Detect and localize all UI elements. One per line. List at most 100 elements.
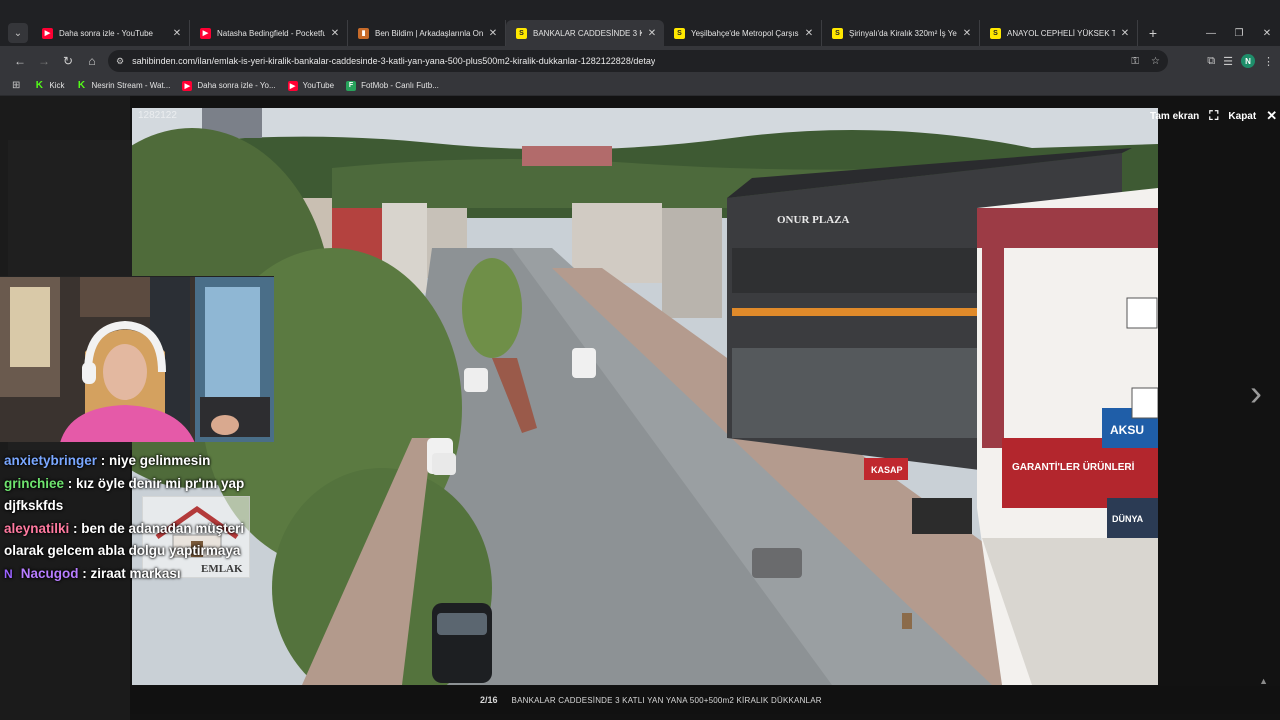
close-tab-icon[interactable]: ✕ bbox=[329, 28, 341, 39]
bookmark-item[interactable]: ▶ Daha sonra izle - Yo... bbox=[182, 80, 276, 91]
bookmark-label: Kick bbox=[49, 81, 65, 90]
street-photo: ONUR PLAZA GARANTİ'LER ÜRÜNLERİ AKSU DÜN… bbox=[132, 108, 1158, 685]
chat-message: aleynatilki : ben de adanadan müşteri ol… bbox=[4, 518, 254, 563]
next-photo-arrow-icon[interactable]: › bbox=[1250, 372, 1262, 414]
tab-1[interactable]: ▶ Natasha Bedingfield - Pocketful ✕ bbox=[190, 20, 348, 46]
aksu-sign: AKSU bbox=[1110, 423, 1144, 437]
plus-icon: + bbox=[1148, 25, 1158, 41]
bookmark-star-icon[interactable]: ☆ bbox=[1151, 56, 1160, 67]
chat-username: Nacugod bbox=[20, 565, 79, 581]
tab-4[interactable]: S Yeşilbahçe'de Metropol Çarşısı ✕ bbox=[664, 20, 822, 46]
sahibinden-icon: S bbox=[832, 27, 843, 39]
photo-index: 2/16 bbox=[480, 695, 498, 705]
minimize-button[interactable]: — bbox=[1196, 20, 1226, 46]
tab-label: BANKALAR CADDESİNDE 3 KAT bbox=[533, 28, 642, 38]
tab-label: Daha sonra izle - YouTube bbox=[59, 28, 153, 38]
bookmark-label: Daha sonra izle - Yo... bbox=[197, 81, 276, 90]
forward-button[interactable]: → bbox=[32, 49, 56, 73]
sahibinden-icon: S bbox=[516, 27, 527, 39]
close-window-button[interactable]: ✕ bbox=[1252, 20, 1280, 46]
chat-username: anxietybringer bbox=[4, 453, 98, 468]
tab-5[interactable]: S Şirinyalı'da Kiralık 320m² İş Yeri ✕ bbox=[822, 20, 980, 46]
dunya-sign: DÜNYA bbox=[1112, 514, 1144, 524]
tab-label: Ben Bildim | Arkadaşlarınla Onli bbox=[375, 28, 483, 38]
tab-label: Şirinyalı'da Kiralık 320m² İş Yeri bbox=[849, 28, 957, 38]
tab-label: Natasha Bedingfield - Pocketful bbox=[217, 28, 325, 38]
home-icon: ⌂ bbox=[88, 54, 96, 68]
chat-username: grinchiee bbox=[4, 475, 65, 491]
new-tab-button[interactable]: + bbox=[1142, 22, 1164, 44]
close-viewer-label[interactable]: Kapat bbox=[1228, 111, 1256, 122]
more-menu-icon[interactable]: ⋮ bbox=[1263, 55, 1274, 68]
youtube-icon: ▶ bbox=[287, 80, 298, 91]
tab-2[interactable]: ▮ Ben Bildim | Arkadaşlarınla Onli ✕ bbox=[348, 20, 506, 46]
tab-3[interactable]: S BANKALAR CADDESİNDE 3 KAT ✕ bbox=[506, 20, 664, 46]
youtube-icon: ▶ bbox=[42, 27, 53, 39]
tab-search-button[interactable]: ⌄ bbox=[8, 23, 28, 43]
close-tab-icon[interactable]: ✕ bbox=[803, 28, 815, 39]
chevron-down-icon: ⌄ bbox=[13, 27, 23, 39]
chat-text: : niye gelinmesin bbox=[97, 453, 211, 468]
plaza-sign: ONUR PLAZA bbox=[777, 214, 849, 226]
profile-avatar[interactable]: N bbox=[1241, 54, 1255, 68]
site-info-icon[interactable]: ⚙ bbox=[116, 56, 124, 67]
tab-0[interactable]: ▶ Daha sonra izle - YouTube ✕ bbox=[32, 20, 190, 46]
close-icon[interactable]: ✕ bbox=[1266, 108, 1277, 124]
photo-caption-bar: 2/16 BANKALAR CADDESİNDE 3 KATLI YAN YAN… bbox=[130, 686, 1280, 714]
arrow-left-icon: ← bbox=[14, 54, 26, 68]
photo-watermark-id: 1282122 bbox=[138, 110, 177, 121]
youtube-icon: ▶ bbox=[200, 27, 211, 39]
home-button[interactable]: ⌂ bbox=[80, 49, 104, 73]
stream-chat: anxietybringer : niye gelinmesin grinchi… bbox=[4, 450, 254, 585]
tab-label: ANAYOL CEPHELİ YÜKSEK TAVA bbox=[1007, 28, 1115, 38]
restore-button[interactable]: ❐ bbox=[1224, 20, 1254, 46]
book-icon: ▮ bbox=[358, 27, 369, 39]
reload-icon: ↻ bbox=[62, 54, 74, 68]
screen: ⌄ ▶ Daha sonra izle - YouTube ✕ ▶ Natash… bbox=[0, 0, 1280, 720]
kasap-sign: KASAP bbox=[871, 465, 903, 475]
chat-text: : ziraat markası bbox=[78, 565, 181, 581]
bookmark-label: YouTube bbox=[302, 81, 335, 90]
chat-message: grinchiee : kız öyle denir mi pr'ını yap… bbox=[4, 473, 254, 518]
bookmarks-bar: ⊞ K Kick K Nesrin Stream - Wat... ▶ Daha… bbox=[0, 76, 1280, 96]
bookmark-item[interactable]: ▶ YouTube bbox=[287, 80, 335, 91]
tab-label: Yeşilbahçe'de Metropol Çarşısı bbox=[691, 28, 799, 38]
browser-toolbar: ← → ↻ ⌂ ⚙ sahibinden.com/ilan/emlak-is-y… bbox=[0, 46, 1280, 76]
address-bar[interactable]: ⚙ sahibinden.com/ilan/emlak-is-yeri-kira… bbox=[108, 50, 1168, 72]
extensions-icon[interactable]: ⧉ bbox=[1207, 55, 1215, 68]
reload-button[interactable]: ↻ bbox=[56, 49, 80, 73]
kick-icon: K bbox=[77, 80, 86, 91]
omnibox-actions: ⚿ ☆ bbox=[1131, 50, 1160, 72]
chat-message: anxietybringer : niye gelinmesin bbox=[4, 450, 254, 473]
bookmark-item[interactable]: K Kick bbox=[34, 80, 65, 91]
listing-photo[interactable]: ONUR PLAZA GARANTİ'LER ÜRÜNLERİ AKSU DÜN… bbox=[132, 108, 1158, 685]
photo-caption: BANKALAR CADDESİNDE 3 KATLI YAN YANA 500… bbox=[511, 695, 822, 705]
apps-grid-icon[interactable]: ⊞ bbox=[12, 80, 20, 91]
fullscreen-icon[interactable]: ⛶ bbox=[1209, 108, 1218, 124]
url-text[interactable]: sahibinden.com/ilan/emlak-is-yeri-kirali… bbox=[132, 56, 655, 66]
password-key-icon[interactable]: ⚿ bbox=[1131, 56, 1139, 67]
chat-message: N Nacugod : ziraat markası bbox=[4, 563, 254, 586]
media-queue-icon[interactable]: ☰ bbox=[1223, 55, 1233, 68]
close-tab-icon[interactable]: ✕ bbox=[646, 28, 658, 39]
fotmob-icon: F bbox=[346, 80, 357, 91]
title-bar bbox=[0, 0, 1280, 20]
close-tab-icon[interactable]: ✕ bbox=[1119, 28, 1131, 39]
close-tab-icon[interactable]: ✕ bbox=[961, 28, 973, 39]
bookmark-item[interactable]: K Nesrin Stream - Wat... bbox=[77, 80, 171, 91]
tab-6[interactable]: S ANAYOL CEPHELİ YÜKSEK TAVA ✕ bbox=[980, 20, 1138, 46]
webcam-feed bbox=[0, 277, 274, 442]
kick-icon: K bbox=[35, 80, 43, 91]
viewer-controls: Tam ekran ⛶ Kapat ✕ bbox=[1150, 104, 1277, 128]
bookmark-label: Nesrin Stream - Wat... bbox=[91, 81, 171, 90]
back-button[interactable]: ← bbox=[8, 49, 32, 73]
fullscreen-label[interactable]: Tam ekran bbox=[1150, 111, 1199, 122]
bookmark-label: FotMob - Canlı Futb... bbox=[361, 81, 439, 90]
close-tab-icon[interactable]: ✕ bbox=[171, 28, 183, 39]
garanti-sign: GARANTİ'LER ÜRÜNLERİ bbox=[1012, 460, 1135, 473]
close-tab-icon[interactable]: ✕ bbox=[487, 28, 499, 39]
bookmark-item[interactable]: F FotMob - Canlı Futb... bbox=[346, 80, 439, 91]
chat-username: aleynatilki bbox=[4, 520, 70, 536]
scroll-up-icon[interactable]: ▲ bbox=[1259, 676, 1268, 686]
close-icon: ✕ bbox=[1262, 27, 1272, 39]
